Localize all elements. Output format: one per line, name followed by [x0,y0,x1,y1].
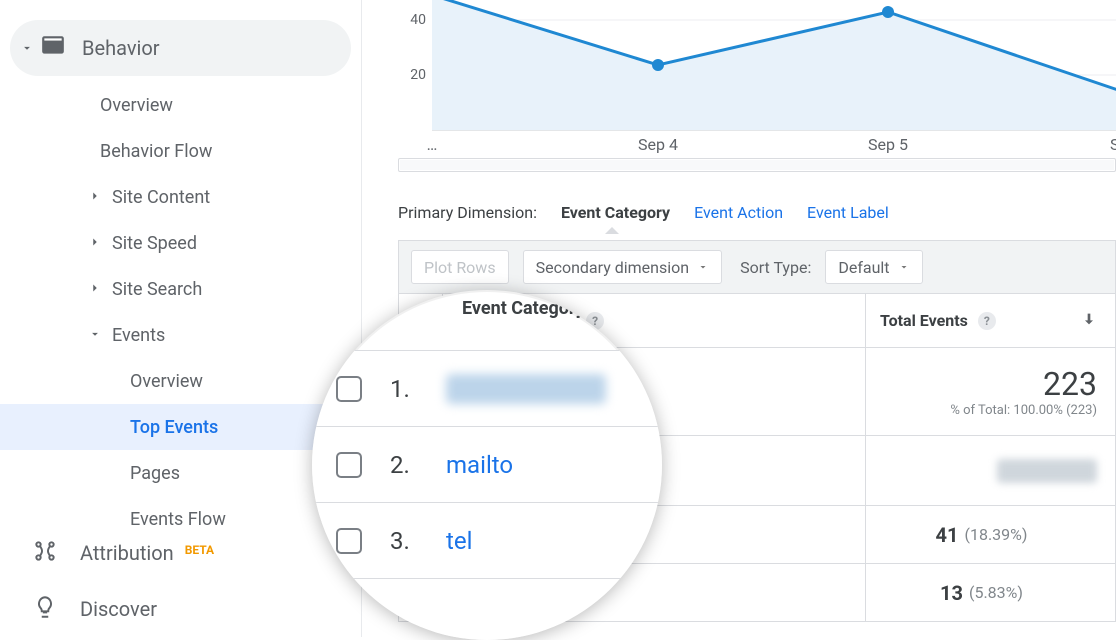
x-tick-label: Se [1110,135,1116,154]
lightbulb-icon [32,594,58,625]
secondary-dimension-dropdown[interactable]: Secondary dimension [523,250,723,284]
row-checkbox[interactable] [336,376,362,402]
sidebar-item-attribution[interactable]: Attribution BETA [0,525,361,581]
x-tick-label: Sep 5 [868,135,908,154]
attribution-icon [32,538,58,569]
redacted-value [446,374,606,404]
row-category[interactable]: tel [446,527,472,555]
sidebar-item-top-events[interactable]: Top Events [0,404,361,450]
plot-rows-button[interactable]: Plot Rows [411,250,509,284]
row-pct: (18.39%) [965,525,1028,544]
primary-dimension-label: Primary Dimension: [398,203,537,222]
caret-right-icon [88,233,102,254]
x-tick-label: Sep 4 [638,135,678,154]
table-row[interactable]: 2. mailto [312,426,662,502]
column-total-events[interactable]: Total Events ? [865,294,1115,347]
y-tick-label: 40 [410,12,426,28]
sidebar: Behavior Overview Behavior Flow Site Con… [0,0,362,637]
x-tick-label: … [427,135,438,154]
row-checkbox[interactable] [336,452,362,478]
redacted-value [997,459,1097,483]
table-row[interactable]: 3. tel [312,502,662,578]
sidebar-item-site-content[interactable]: Site Content [0,174,361,220]
sidebar-item-site-search[interactable]: Site Search [0,266,361,312]
sidebar-item-label: Attribution [80,541,174,565]
events-line-chart: 40 20 … Sep 4 Sep 5 Se [398,0,1116,160]
total-events-subtext: % of Total: 100.00% (223) [950,403,1097,418]
caret-down-icon [20,36,34,60]
sidebar-item-site-speed[interactable]: Site Speed [0,220,361,266]
caret-down-icon [898,258,910,277]
row-checkbox[interactable] [336,528,362,554]
caret-down-icon [697,258,709,277]
sidebar-bottom: Attribution BETA Discover [0,525,361,637]
row-category[interactable]: mailto [446,451,513,479]
sidebar-item-label: Discover [80,597,157,621]
sidebar-item-events[interactable]: Events [0,312,361,358]
help-icon: ? [595,300,613,318]
dimension-event-label[interactable]: Event Label [807,203,889,222]
sidebar-section-label: Behavior [82,36,160,60]
primary-dimension-row: Primary Dimension: Event Category Event … [398,203,889,222]
dimension-event-category[interactable]: Event Category [561,203,670,222]
row-total: 41 [936,523,959,547]
dimension-event-action[interactable]: Event Action [694,203,783,222]
row-index: 1. [390,375,418,403]
table-row[interactable]: 1. [312,350,662,426]
chart-scrollbar[interactable] [398,158,1116,172]
caret-right-icon [88,279,102,300]
sidebar-item-behavior-flow[interactable]: Behavior Flow [0,128,361,174]
sidebar-item-behavior[interactable]: Behavior [10,20,351,76]
row-total: 13 [940,581,963,605]
magnifier-overlay: Event Category ? 1. 2. mailto 3. tel [312,290,662,640]
help-icon[interactable]: ? [978,312,996,330]
total-events-value: 223 [1043,365,1097,403]
sidebar-item-events-overview[interactable]: Overview [0,358,361,404]
caret-right-icon [88,187,102,208]
sidebar-item-overview[interactable]: Overview [0,82,361,128]
sort-desc-icon [1081,311,1097,331]
row-pct: (5.83%) [969,583,1023,602]
y-tick-label: 20 [410,67,426,83]
table-toolbar: Plot Rows Secondary dimension Sort Type:… [398,240,1116,294]
table-row [312,578,662,640]
caret-down-icon [88,325,102,346]
sidebar-item-events-pages[interactable]: Pages [0,450,361,496]
row-index: 3. [390,527,418,555]
beta-badge: BETA [185,543,214,557]
sidebar-item-discover[interactable]: Discover [0,581,361,637]
sort-type-dropdown[interactable]: Default [825,250,922,284]
magnified-column-header: Event Category ? [462,298,613,319]
sort-type-label: Sort Type: [740,258,811,277]
sidebar-sublist: Overview Behavior Flow Site Content Site… [0,82,361,542]
behavior-icon [40,33,66,64]
row-index: 2. [390,451,418,479]
